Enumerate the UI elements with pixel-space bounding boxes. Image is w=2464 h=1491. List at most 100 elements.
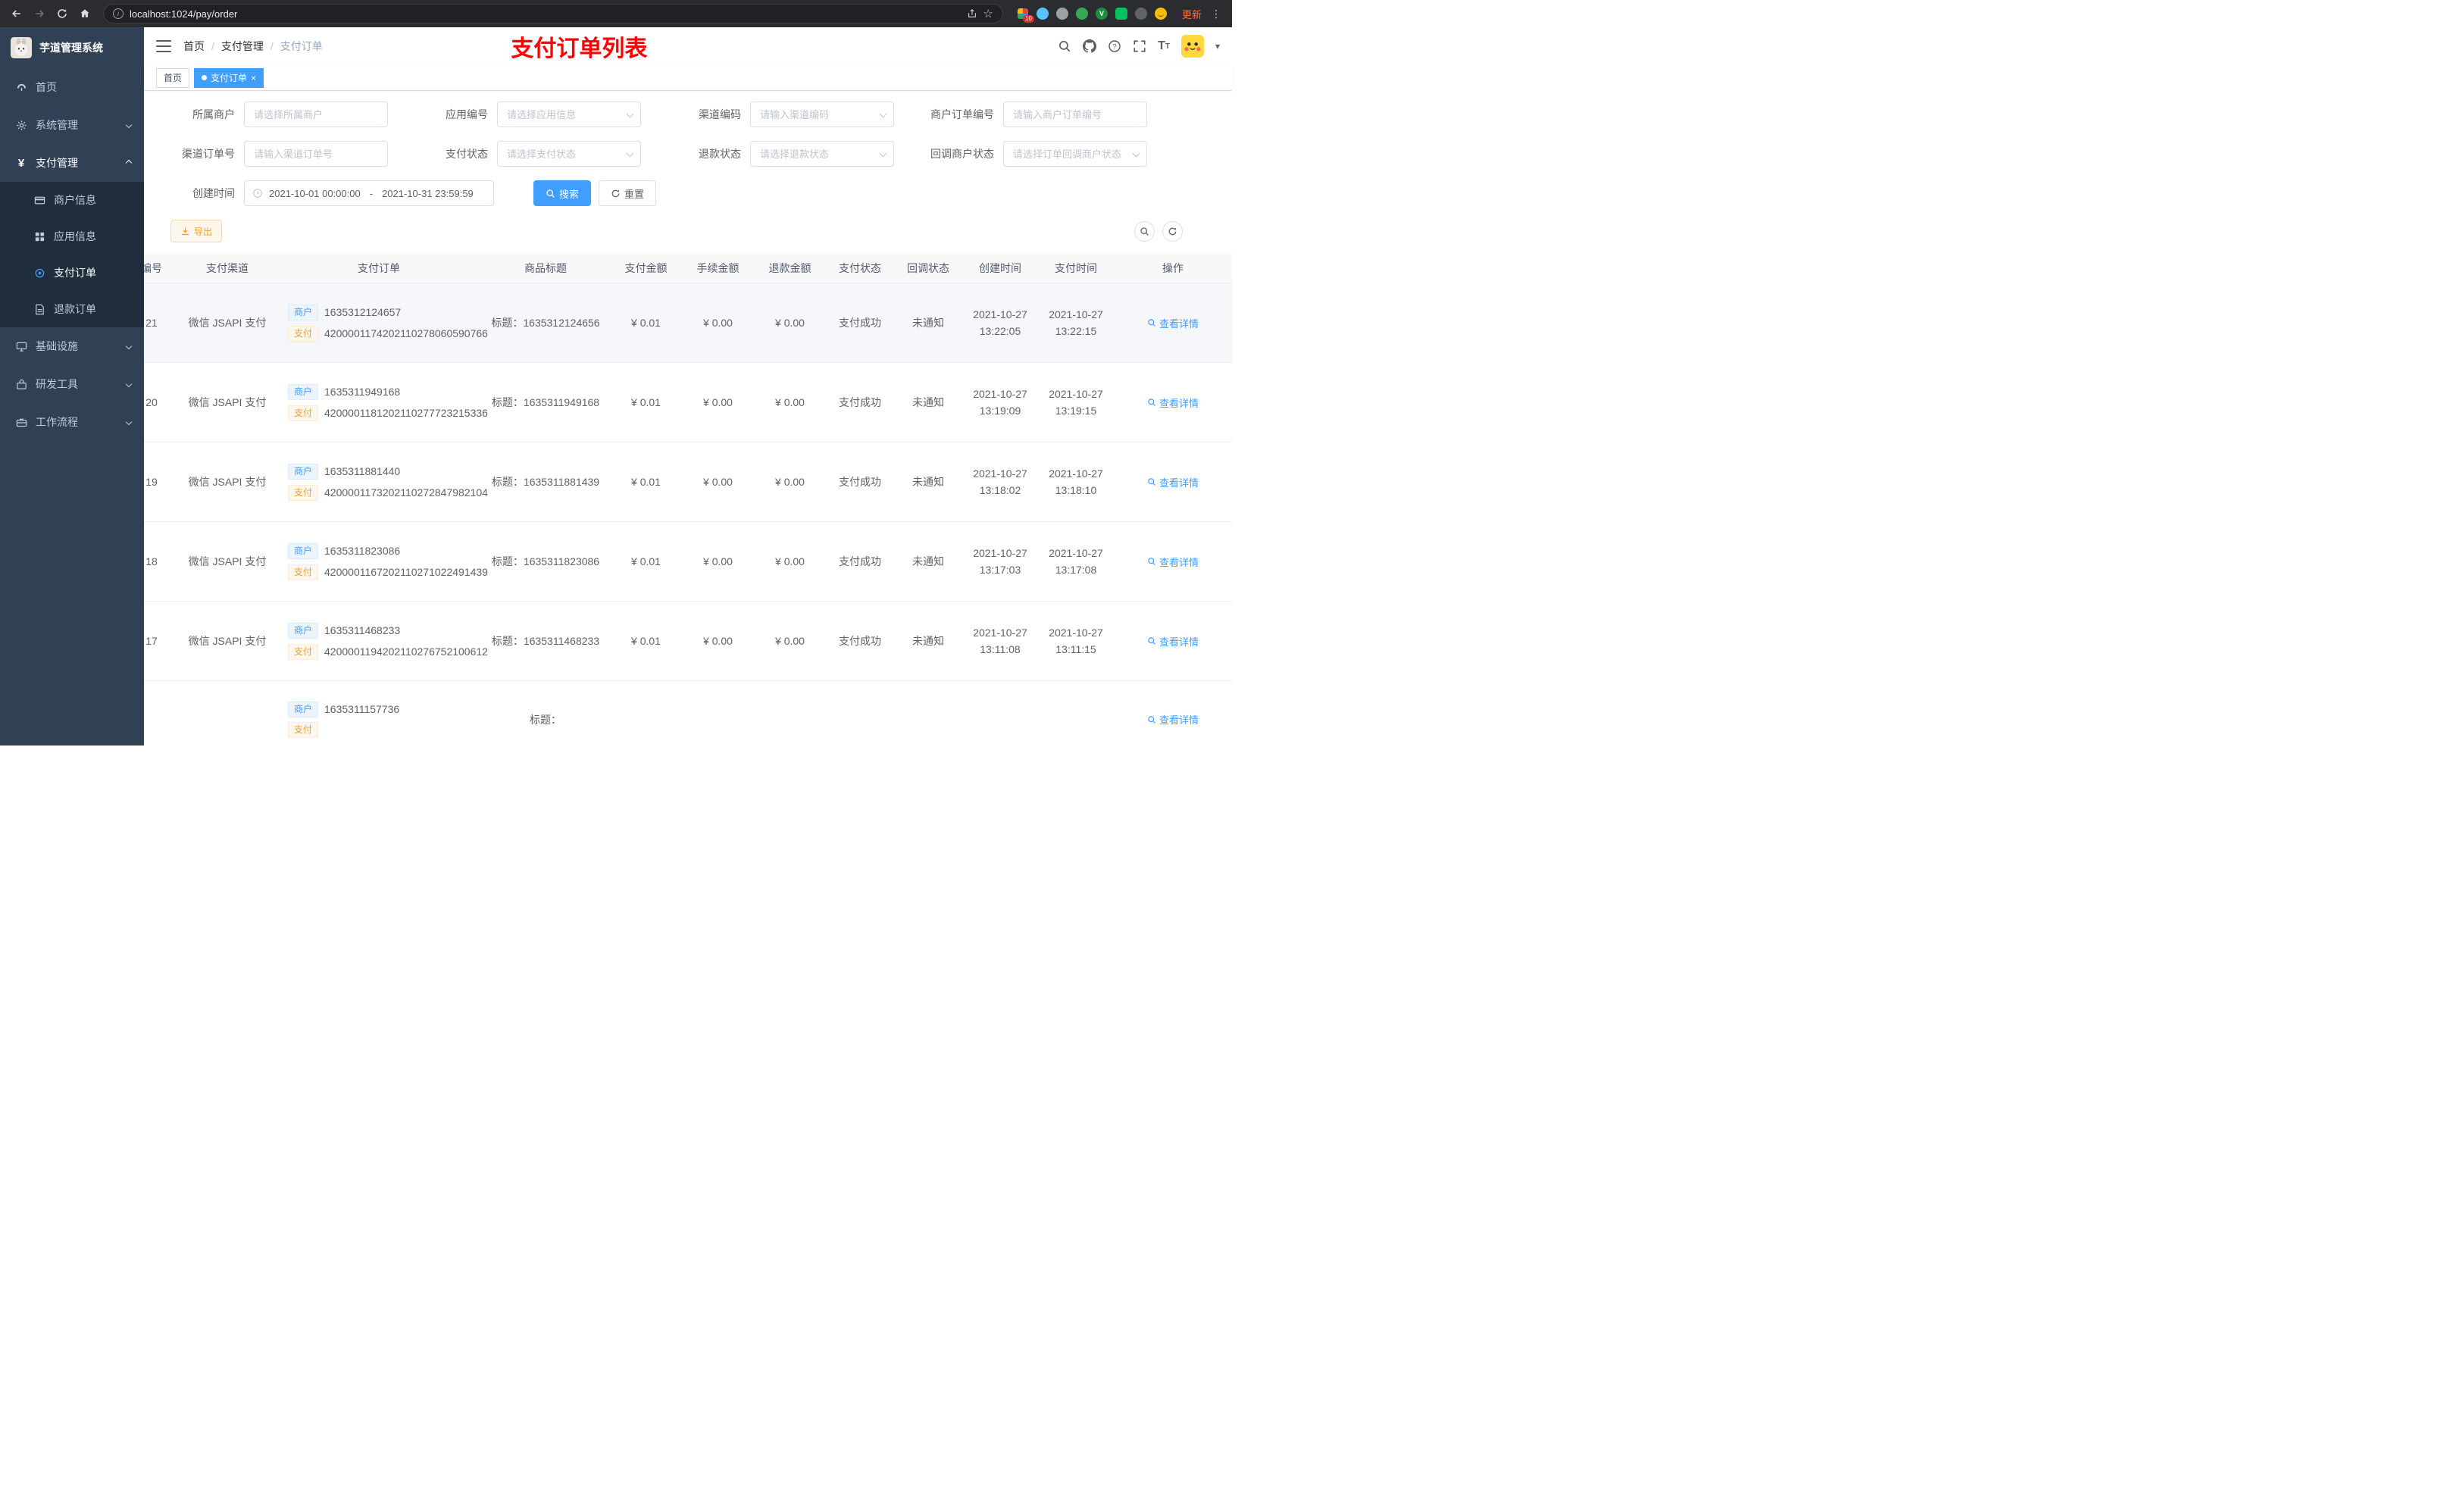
reload-button[interactable] bbox=[53, 5, 71, 23]
merchant-order-no: 1635311468233 bbox=[324, 624, 401, 636]
table-row: 商户 1635311157736 支付 标题： 查看详情 bbox=[144, 680, 1232, 746]
pay-status-select[interactable] bbox=[497, 141, 641, 167]
help-icon[interactable]: ? bbox=[1108, 39, 1121, 53]
tab-label: 首页 bbox=[164, 73, 183, 83]
sidebar-item-home[interactable]: 首页 bbox=[0, 68, 144, 106]
sidebar-item-app-info[interactable]: 应用信息 bbox=[0, 218, 144, 255]
chevron-down-icon[interactable]: ▾ bbox=[1215, 41, 1220, 52]
bookmark-star-icon[interactable]: ☆ bbox=[983, 8, 993, 20]
tab-pay-order[interactable]: 支付订单 × bbox=[194, 67, 264, 88]
sidebar-item-payment[interactable]: ¥ 支付管理 bbox=[0, 144, 144, 182]
sidebar-item-system[interactable]: 系统管理 bbox=[0, 106, 144, 144]
sidebar-item-refund-order[interactable]: 退款订单 bbox=[0, 291, 144, 327]
table-header-row: 编号 支付渠道 支付订单 商品标题 支付金额 手续金额 退款金额 支付状态 回调… bbox=[144, 254, 1232, 283]
view-detail-link[interactable]: 查看详情 bbox=[1147, 634, 1199, 649]
column-header: 商品标题 bbox=[481, 254, 610, 283]
sidebar-item-dev-tools[interactable]: 研发工具 bbox=[0, 365, 144, 403]
cell-amount: ¥ 0.01 bbox=[610, 362, 682, 442]
app-no-select[interactable] bbox=[497, 102, 641, 127]
back-button[interactable] bbox=[8, 5, 26, 23]
extension-v-icon[interactable]: V bbox=[1095, 8, 1108, 20]
extension-green-icon[interactable] bbox=[1075, 8, 1088, 20]
logo-image bbox=[11, 37, 32, 58]
export-button[interactable]: 导出 bbox=[170, 220, 223, 242]
sidebar-item-pay-order[interactable]: 支付订单 bbox=[0, 255, 144, 291]
filter-label: 退款状态 bbox=[699, 148, 741, 160]
gear-icon bbox=[15, 120, 27, 131]
cell-actions: 查看详情 bbox=[1114, 362, 1232, 442]
sidebar-item-infrastructure[interactable]: 基础设施 bbox=[0, 327, 144, 365]
refund-status-select[interactable] bbox=[750, 141, 894, 167]
cell-created-time: 2021-10-27 13:11:08 bbox=[962, 601, 1038, 681]
cell-pay-status: 支付成功 bbox=[826, 362, 894, 442]
url-bar[interactable]: i localhost:1024/pay/order ☆ bbox=[103, 4, 1003, 23]
share-icon[interactable] bbox=[967, 8, 977, 19]
font-size-icon[interactable]: TT bbox=[1158, 39, 1170, 53]
sidebar-item-label: 基础设施 bbox=[36, 340, 78, 352]
view-detail-link[interactable]: 查看详情 bbox=[1147, 475, 1199, 489]
reset-button[interactable]: 重置 bbox=[599, 180, 657, 206]
sidebar-submenu: 商户信息 应用信息 支付订单 退款订单 bbox=[0, 182, 144, 327]
merchant-order-no-input[interactable] bbox=[1003, 102, 1147, 127]
table-refresh-button[interactable] bbox=[1162, 220, 1183, 242]
reset-button-label: 重置 bbox=[624, 188, 645, 200]
clock-icon bbox=[253, 189, 262, 198]
view-detail-link[interactable]: 查看详情 bbox=[1147, 395, 1199, 410]
cell-fee: ¥ 0.00 bbox=[682, 283, 754, 363]
tab-home[interactable]: 首页 bbox=[156, 67, 190, 88]
pay-tag: 支付 bbox=[288, 564, 319, 580]
sidebar-item-workflow[interactable]: 工作流程 bbox=[0, 403, 144, 441]
filter-label: 应用编号 bbox=[446, 108, 488, 120]
title-prefix: 标题： bbox=[491, 317, 524, 329]
cell-created-time: 2021-10-27 13:22:05 bbox=[962, 283, 1038, 363]
site-info-icon[interactable]: i bbox=[113, 8, 124, 19]
sidebar-item-merchant-info[interactable]: 商户信息 bbox=[0, 182, 144, 218]
cell-notify-status: 未通知 bbox=[894, 283, 962, 363]
extension-blue-icon[interactable] bbox=[1036, 8, 1049, 20]
table-search-button[interactable] bbox=[1134, 220, 1155, 242]
extension-face-icon[interactable] bbox=[1154, 8, 1167, 20]
channel-pay-no: 4200001181202110277723215336 bbox=[324, 407, 488, 419]
search-button[interactable]: 搜索 bbox=[533, 180, 592, 206]
notify-status-select[interactable] bbox=[1003, 141, 1147, 167]
home-button[interactable] bbox=[76, 5, 94, 23]
search-icon[interactable] bbox=[1058, 39, 1071, 53]
browser-update-button[interactable]: 更新 bbox=[1182, 7, 1202, 21]
channel-code-select[interactable] bbox=[750, 102, 894, 127]
cell-id: 21 bbox=[144, 283, 178, 363]
date-start-value: 2021-10-01 00:00:00 bbox=[269, 187, 361, 199]
channel-order-no-input[interactable] bbox=[244, 141, 388, 167]
create-time-range-picker[interactable]: 2021-10-01 00:00:00 - 2021-10-31 23:59:5… bbox=[244, 180, 494, 206]
channel-pay-no: 4200001174202110278060590766 bbox=[324, 327, 488, 339]
avatar[interactable] bbox=[1180, 35, 1204, 58]
column-header: 支付状态 bbox=[826, 254, 894, 283]
breadcrumb-home[interactable]: 首页 bbox=[183, 39, 205, 54]
forward-button[interactable] bbox=[30, 5, 48, 23]
table-row: 20 微信 JSAPI 支付 商户 1635311949168 支付 42000… bbox=[144, 362, 1232, 442]
extension-chat-icon[interactable] bbox=[1115, 8, 1127, 20]
cell-amount: ¥ 0.01 bbox=[610, 601, 682, 681]
extension-gray-icon[interactable] bbox=[1055, 8, 1068, 20]
cell-title: 标题：1635311881439 bbox=[481, 442, 610, 522]
cell-paid-time bbox=[1038, 680, 1114, 746]
breadcrumb-payment[interactable]: 支付管理 bbox=[221, 39, 264, 54]
extension-dark-icon[interactable] bbox=[1134, 8, 1147, 20]
extension-colorful-icon[interactable]: 10 bbox=[1017, 8, 1034, 23]
view-detail-link[interactable]: 查看详情 bbox=[1147, 316, 1199, 330]
owner-merchant-input[interactable] bbox=[244, 102, 388, 127]
column-header: 回调状态 bbox=[894, 254, 962, 283]
grid-icon bbox=[33, 231, 45, 242]
view-detail-link[interactable]: 查看详情 bbox=[1147, 712, 1199, 727]
filter-label: 渠道编码 bbox=[699, 108, 741, 120]
cell-title: 标题：1635312124656 bbox=[481, 283, 610, 363]
merchant-tag: 商户 bbox=[288, 542, 319, 559]
fullscreen-icon[interactable] bbox=[1133, 39, 1146, 53]
app-logo[interactable]: 芋道管理系统 bbox=[0, 27, 144, 68]
github-icon[interactable] bbox=[1083, 39, 1097, 53]
cell-pay-status: 支付成功 bbox=[826, 601, 894, 681]
close-icon[interactable]: × bbox=[251, 73, 256, 83]
browser-menu-icon[interactable]: ⋮ bbox=[1208, 8, 1224, 20]
column-header: 支付时间 bbox=[1038, 254, 1114, 283]
hamburger-icon[interactable] bbox=[156, 40, 171, 52]
view-detail-link[interactable]: 查看详情 bbox=[1147, 555, 1199, 569]
